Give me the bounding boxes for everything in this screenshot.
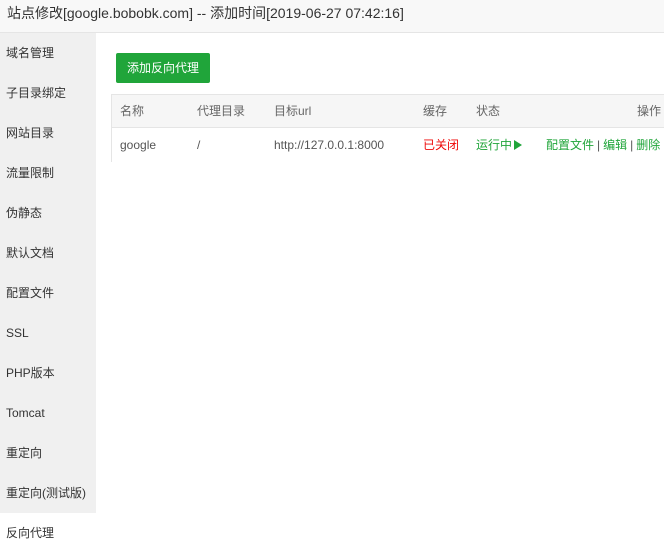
sidebar-item-config-file[interactable]: 配置文件 [0, 273, 96, 313]
header-actions: 操作 [637, 104, 662, 118]
sidebar-item-default-document[interactable]: 默认文档 [0, 233, 96, 273]
header-status: 状态 [476, 104, 501, 118]
row-name: google [120, 138, 157, 152]
sidebar-item-php-version[interactable]: PHP版本 [0, 353, 96, 393]
row-target-url: http://127.0.0.1:8000 [274, 138, 385, 152]
add-reverse-proxy-button[interactable]: 添加反向代理 [116, 53, 210, 83]
sidebar-item-reverse-proxy[interactable]: 反向代理 [0, 513, 96, 553]
action-separator: | [630, 138, 634, 152]
header-target-url: 目标url [274, 104, 312, 118]
sidebar-item-ssl[interactable]: SSL [0, 313, 96, 353]
sidebar-item-redirect-beta[interactable]: 重定向(测试版) [0, 473, 96, 513]
sidebar-item-traffic-limit[interactable]: 流量限制 [0, 153, 96, 193]
header-name: 名称 [120, 104, 145, 118]
table-header: 名称 代理目录 目标url 缓存 状态 操作 [112, 95, 664, 128]
sidebar-item-tomcat[interactable]: Tomcat [0, 393, 96, 433]
sidebar: 域名管理 子目录绑定 网站目录 流量限制 伪静态 默认文档 配置文件 SSL P… [0, 33, 96, 553]
play-triangle-icon [514, 140, 523, 150]
edit-link[interactable]: 编辑 [603, 138, 627, 152]
main-panel: 添加反向代理 名称 代理目录 目标url 缓存 状态 操作 google / h… [96, 33, 664, 553]
row-proxy-dir: / [197, 138, 201, 152]
sidebar-item-redirect[interactable]: 重定向 [0, 433, 96, 473]
sidebar-item-subdirectory-binding[interactable]: 子目录绑定 [0, 73, 96, 113]
site-edit-window: 站点修改[google.bobobk.com] -- 添加时间[2019-06-… [0, 0, 664, 553]
reverse-proxy-table: 名称 代理目录 目标url 缓存 状态 操作 google / http://1… [111, 94, 664, 162]
window-title: 站点修改[google.bobobk.com] -- 添加时间[2019-06-… [7, 5, 404, 21]
header-proxy-dir: 代理目录 [197, 104, 246, 118]
action-separator: | [597, 138, 601, 152]
status-label: 运行中 [476, 138, 513, 152]
cache-toggle[interactable]: 已关闭 [423, 128, 459, 162]
status-toggle[interactable]: 运行中 [476, 128, 523, 162]
row-actions: 配置文件 | 编辑 | 删除 [546, 128, 660, 162]
delete-link[interactable]: 删除 [636, 138, 660, 152]
sidebar-item-site-directory[interactable]: 网站目录 [0, 113, 96, 153]
title-bar: 站点修改[google.bobobk.com] -- 添加时间[2019-06-… [0, 0, 664, 33]
header-cache: 缓存 [423, 104, 448, 118]
sidebar-item-rewrite[interactable]: 伪静态 [0, 193, 96, 233]
sidebar-item-domain-management[interactable]: 域名管理 [0, 33, 96, 73]
config-file-link[interactable]: 配置文件 [546, 138, 594, 152]
table-row: google / http://127.0.0.1:8000 已关闭 运行中 配… [112, 128, 664, 162]
